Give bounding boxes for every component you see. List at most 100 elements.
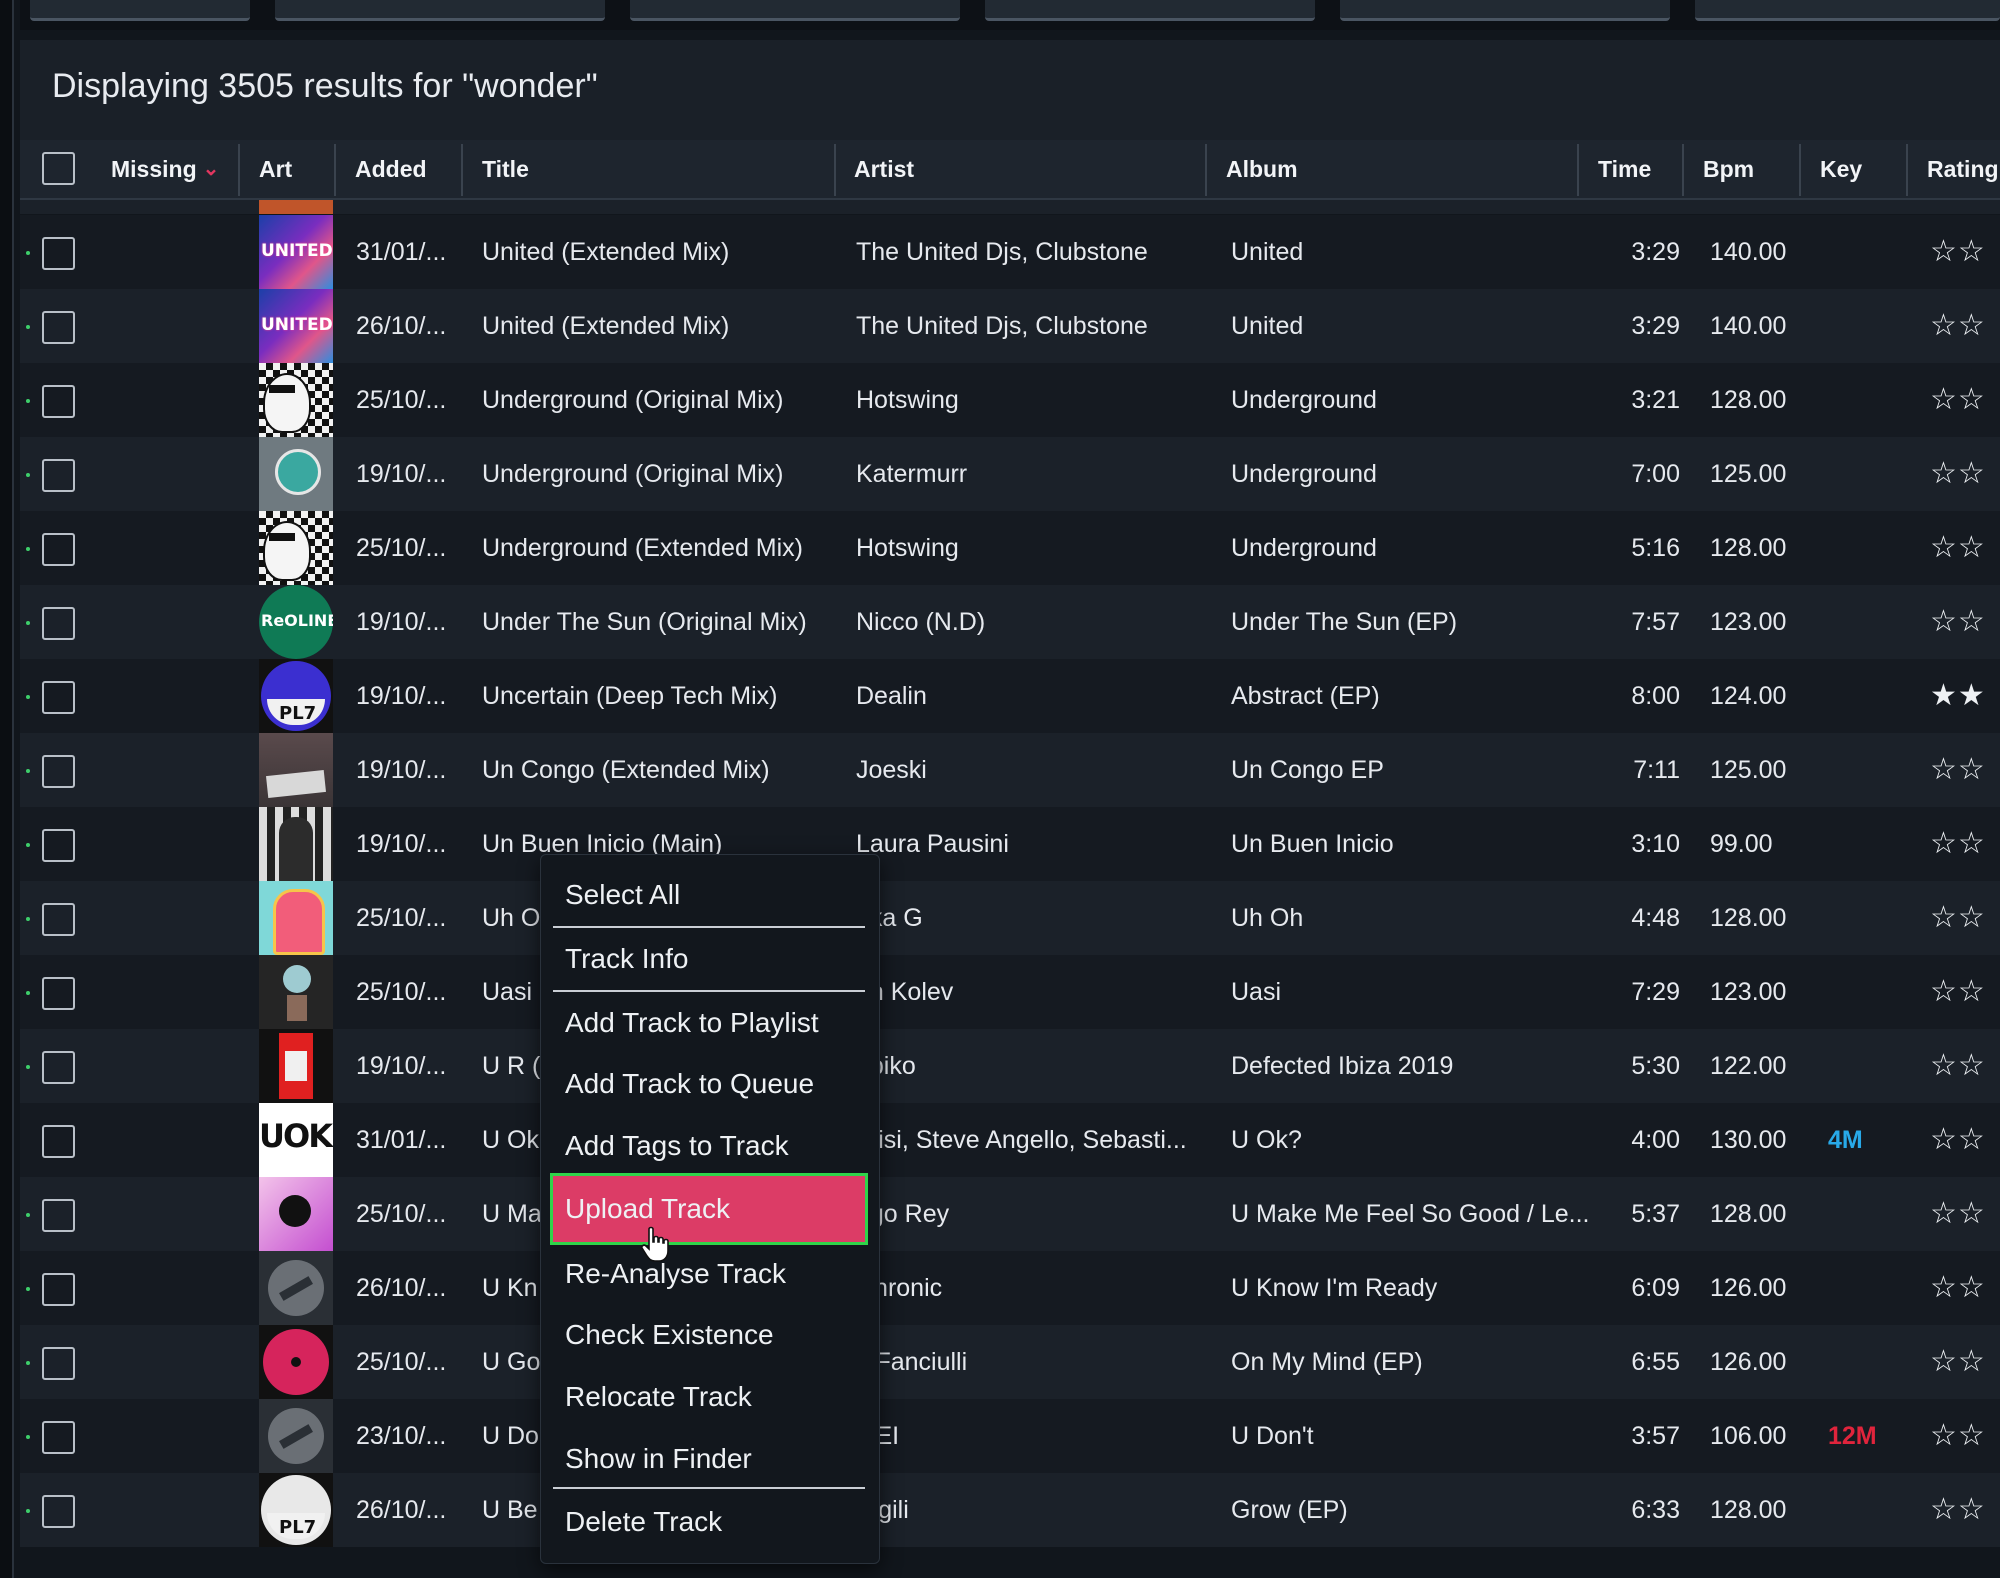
menu-item-add-track-to-queue[interactable]: Add Track to Queue (563, 1060, 865, 1108)
rating-stars[interactable]: ☆☆ (1930, 585, 2000, 659)
table-row[interactable]: 25/10/... Underground (Extended Mix) Hot… (20, 511, 2000, 585)
row-checkbox[interactable] (42, 681, 75, 714)
table-row[interactable]: PL7 19/10/... Uncertain (Deep Tech Mix) … (20, 659, 2000, 733)
column-header-missing[interactable]: Missing ⌄ (111, 140, 219, 198)
album-art (259, 363, 333, 437)
column-header-bpm[interactable]: Bpm (1703, 140, 1754, 198)
menu-item-delete-track[interactable]: Delete Track (563, 1498, 865, 1546)
rating-stars[interactable]: ☆☆ (1930, 1399, 2000, 1473)
row-checkbox[interactable] (42, 385, 75, 418)
toolbar-tab[interactable] (1340, 0, 1670, 21)
rating-stars[interactable]: ☆☆ (1930, 881, 2000, 955)
rating-stars[interactable]: ☆☆ (1930, 1473, 2000, 1547)
rating-stars[interactable]: ☆☆ (1930, 511, 2000, 585)
column-divider[interactable] (1906, 144, 1908, 196)
column-header-album[interactable]: Album (1226, 140, 1298, 198)
column-divider[interactable] (1682, 144, 1684, 196)
menu-item-add-track-to-playlist[interactable]: Add Track to Playlist (563, 999, 865, 1047)
menu-item-add-tags-to-track[interactable]: Add Tags to Track (563, 1122, 865, 1170)
column-header-art[interactable]: Art (259, 140, 292, 198)
menu-item-track-info[interactable]: Track Info (563, 935, 865, 983)
table-row[interactable]: 19/10/... Underground (Original Mix) Kat… (20, 437, 2000, 511)
table-row[interactable]: 19/10/... U R ( ubiko Defected Ibiza 201… (20, 1029, 2000, 1103)
menu-item-select-all[interactable]: Select All (563, 871, 865, 919)
row-checkbox[interactable] (42, 829, 75, 862)
table-row[interactable]: 23/10/... U Do GEI U Don't 3:57 106.00 1… (20, 1399, 2000, 1473)
rating-stars[interactable]: ☆☆ (1930, 1177, 2000, 1251)
row-checkbox[interactable] (42, 459, 75, 492)
column-header-artist[interactable]: Artist (854, 140, 914, 198)
table-row[interactable]: UOK? 31/01/... U Ok arisi, Steve Angello… (20, 1103, 2000, 1177)
table-row[interactable] (20, 200, 2000, 214)
artist-cell: Hotswing (856, 534, 959, 562)
table-row[interactable]: UNITED 31/01/... United (Extended Mix) T… (20, 215, 2000, 289)
menu-item-re-analyse-track[interactable]: Re-Analyse Track (563, 1250, 865, 1298)
column-divider[interactable] (461, 144, 463, 196)
row-checkbox[interactable] (42, 1347, 75, 1380)
column-header-title[interactable]: Title (482, 140, 529, 198)
column-divider[interactable] (1205, 144, 1207, 196)
row-checkbox[interactable] (42, 903, 75, 936)
table-row[interactable]: ReOLINE 19/10/... Under The Sun (Origina… (20, 585, 2000, 659)
table-row[interactable]: 26/10/... U Kn Chronic U Know I'm Ready … (20, 1251, 2000, 1325)
toolbar-tab[interactable] (630, 0, 960, 21)
artist-cell: ego Rey (856, 1200, 950, 1228)
row-checkbox[interactable] (42, 1273, 75, 1306)
menu-item-show-in-finder[interactable]: Show in Finder (563, 1435, 865, 1483)
rating-stars[interactable]: ☆☆ (1930, 733, 2000, 807)
menu-item-check-existence[interactable]: Check Existence (563, 1311, 865, 1359)
toolbar-tab[interactable] (985, 0, 1315, 21)
row-checkbox[interactable] (42, 311, 75, 344)
table-row[interactable]: 25/10/... Uasi an Kolev Uasi 7:29 123.00… (20, 955, 2000, 1029)
menu-item-relocate-track[interactable]: Relocate Track (563, 1373, 865, 1421)
rating-stars[interactable]: ☆☆ (1930, 363, 2000, 437)
cover-label: PL7 (279, 1517, 317, 1538)
album-cell: Underground (1231, 386, 1377, 414)
table-row[interactable]: 25/10/... Uh O aka G Uh Oh 4:48 128.00 ☆… (20, 881, 2000, 955)
table-row[interactable]: PL7 26/10/... U Be ergili Grow (EP) 6:33… (20, 1473, 2000, 1547)
album-art: UNITED (259, 215, 333, 289)
column-header-key[interactable]: Key (1820, 140, 1862, 198)
table-row[interactable]: 25/10/... U Ma ego Rey U Make Me Feel So… (20, 1177, 2000, 1251)
rating-stars[interactable]: ☆☆ (1930, 1251, 2000, 1325)
row-checkbox[interactable] (42, 1421, 75, 1454)
column-divider[interactable] (1577, 144, 1579, 196)
column-divider[interactable] (238, 144, 240, 196)
column-divider[interactable] (1799, 144, 1801, 196)
select-all-checkbox[interactable] (42, 152, 75, 185)
table-row[interactable]: UNITED 26/10/... United (Extended Mix) T… (20, 289, 2000, 363)
top-toolbar (20, 0, 2000, 30)
row-checkbox[interactable] (42, 607, 75, 640)
rating-stars[interactable]: ☆☆ (1930, 437, 2000, 511)
row-checkbox[interactable] (42, 1051, 75, 1084)
row-checkbox[interactable] (42, 1495, 75, 1528)
rating-stars[interactable]: ☆☆ (1930, 1325, 2000, 1399)
chevron-down-icon[interactable]: ⌄ (203, 140, 220, 198)
row-checkbox[interactable] (42, 1125, 75, 1158)
column-divider[interactable] (834, 144, 836, 196)
rating-stars[interactable]: ☆☆ (1930, 289, 2000, 363)
toolbar-tab[interactable] (1695, 0, 2000, 21)
rating-stars[interactable]: ★★ (1930, 659, 2000, 733)
rating-stars[interactable]: ☆☆ (1930, 955, 2000, 1029)
rating-stars[interactable]: ☆☆ (1930, 807, 2000, 881)
table-row[interactable]: 19/10/... Un Congo (Extended Mix) Joeski… (20, 733, 2000, 807)
row-checkbox[interactable] (42, 977, 75, 1010)
row-checkbox[interactable] (42, 237, 75, 270)
toolbar-tab[interactable] (30, 0, 250, 21)
column-header-rating[interactable]: Rating (1927, 140, 1999, 198)
row-checkbox[interactable] (42, 755, 75, 788)
row-checkbox[interactable] (42, 533, 75, 566)
column-header-time[interactable]: Time (1598, 140, 1651, 198)
column-divider[interactable] (334, 144, 336, 196)
rating-stars[interactable]: ☆☆ (1930, 1103, 2000, 1177)
table-row[interactable]: 19/10/... Un Buen Inicio (Main) Laura Pa… (20, 807, 2000, 881)
toolbar-tab[interactable] (275, 0, 605, 21)
table-row[interactable]: 25/10/... Underground (Original Mix) Hot… (20, 363, 2000, 437)
table-row[interactable]: 25/10/... U Go c Fanciulli On My Mind (E… (20, 1325, 2000, 1399)
menu-item-upload-track[interactable]: Upload Track (553, 1176, 865, 1242)
column-header-added[interactable]: Added (355, 140, 427, 198)
rating-stars[interactable]: ☆☆ (1930, 1029, 2000, 1103)
rating-stars[interactable]: ☆☆ (1930, 215, 2000, 289)
row-checkbox[interactable] (42, 1199, 75, 1232)
